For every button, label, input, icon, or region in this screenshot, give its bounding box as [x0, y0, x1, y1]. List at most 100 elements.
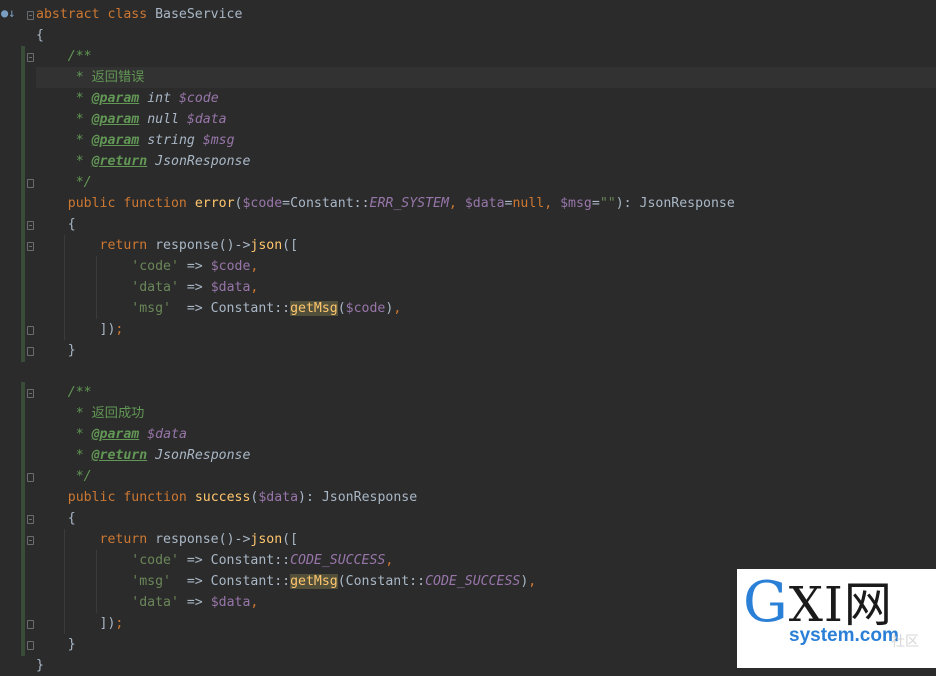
- code-token: =>: [178, 259, 211, 274]
- code-token: 'msg': [131, 301, 171, 316]
- code-line[interactable]: {: [36, 214, 936, 235]
- watermark-domain: system.com: [789, 625, 899, 646]
- code-token: success: [194, 490, 251, 505]
- code-token: ,: [448, 196, 465, 211]
- code-line[interactable]: 'code' => Constant::CODE_SUCCESS,: [36, 550, 936, 571]
- code-token: CODE_SUCCESS: [425, 574, 521, 589]
- code-line[interactable]: */: [36, 172, 936, 193]
- indent-guide: [64, 613, 65, 634]
- code-token: (: [337, 301, 346, 316]
- code-line[interactable]: 'data' => $data,: [36, 277, 936, 298]
- fold-toggle[interactable]: [27, 326, 34, 335]
- code-token: 返回成功: [91, 406, 145, 421]
- code-token: $data: [210, 280, 251, 295]
- fold-toggle[interactable]: [27, 620, 34, 629]
- code-token: @param: [91, 91, 140, 106]
- code-token: error: [194, 196, 235, 211]
- code-token: return: [99, 238, 156, 253]
- code-line[interactable]: * @param $data: [36, 424, 936, 445]
- fold-toggle[interactable]: [27, 179, 34, 188]
- fold-toggle[interactable]: [27, 389, 34, 398]
- code-line[interactable]: return response()->json([: [36, 529, 936, 550]
- code-token: ,: [393, 301, 402, 316]
- fold-toggle[interactable]: [27, 53, 34, 62]
- code-line[interactable]: * @return JsonResponse: [36, 151, 936, 172]
- indent-guide: [64, 550, 65, 571]
- code-token: JsonResponse: [155, 154, 251, 169]
- code-line[interactable]: [36, 361, 936, 382]
- code-line[interactable]: * @param null $data: [36, 109, 936, 130]
- code-line[interactable]: /**: [36, 46, 936, 67]
- code-line[interactable]: /**: [36, 382, 936, 403]
- code-token: *: [75, 112, 92, 127]
- code-token: public function: [67, 196, 195, 211]
- code-token: $msg: [560, 196, 592, 211]
- fold-toggle[interactable]: [27, 347, 34, 356]
- code-token: json: [250, 532, 283, 547]
- code-line[interactable]: {: [36, 508, 936, 529]
- code-line[interactable]: 'code' => $code,: [36, 256, 936, 277]
- code-token: getMsg: [290, 301, 338, 316]
- code-line[interactable]: abstract class BaseService: [36, 4, 936, 25]
- code-line[interactable]: * @return JsonResponse: [36, 445, 936, 466]
- code-token: 'data': [131, 280, 179, 295]
- indent-guide: [64, 571, 65, 592]
- code-line[interactable]: 'msg' => Constant::getMsg($code),: [36, 298, 936, 319]
- code-token: => Constant::: [170, 301, 291, 316]
- code-token: ([: [282, 532, 299, 547]
- code-token: $code: [178, 91, 219, 106]
- code-line[interactable]: public function error($code=Constant::ER…: [36, 193, 936, 214]
- code-token: $data: [258, 490, 299, 505]
- code-line[interactable]: public function success($data): JsonResp…: [36, 487, 936, 508]
- code-token: ,: [250, 280, 259, 295]
- code-line[interactable]: ]);: [36, 319, 936, 340]
- code-token: ;: [115, 616, 124, 631]
- fold-toggle[interactable]: [27, 536, 34, 545]
- fold-toggle[interactable]: [27, 515, 34, 524]
- code-token: }: [36, 637, 76, 652]
- code-token: =: [591, 196, 600, 211]
- code-line[interactable]: }: [36, 340, 936, 361]
- code-line[interactable]: * @param string $msg: [36, 130, 936, 151]
- code-token: => Constant::: [170, 574, 291, 589]
- code-line[interactable]: * @param int $code: [36, 88, 936, 109]
- indent-guide: [64, 235, 65, 256]
- fold-toggle[interactable]: [27, 473, 34, 482]
- code-token: *: [75, 406, 92, 421]
- code-line[interactable]: return response()->json([: [36, 235, 936, 256]
- code-line[interactable]: {: [36, 25, 936, 46]
- code-token: =>: [178, 595, 211, 610]
- site-watermark: GXI网 system.com 社区: [737, 569, 936, 668]
- code-line[interactable]: */: [36, 466, 936, 487]
- fold-toggle[interactable]: [27, 242, 34, 251]
- fold-toggle[interactable]: [27, 11, 34, 20]
- code-token: ;: [115, 322, 124, 337]
- code-token: $code: [345, 301, 386, 316]
- code-token: $data: [147, 427, 187, 442]
- code-token: 'code': [131, 259, 179, 274]
- code-token: ,: [250, 259, 259, 274]
- vcs-change-marker: [21, 46, 25, 362]
- code-line[interactable]: * 返回成功: [36, 403, 936, 424]
- code-line[interactable]: * 返回错误: [36, 67, 936, 88]
- fold-toggle[interactable]: [27, 641, 34, 650]
- indent-guide: [64, 319, 65, 340]
- implementation-icon[interactable]: ●↓: [1, 6, 15, 20]
- code-token: ,: [385, 553, 394, 568]
- code-token: null,: [512, 196, 561, 211]
- fold-toggle[interactable]: [27, 221, 34, 230]
- code-token: $data: [464, 196, 505, 211]
- code-token: *: [75, 154, 92, 169]
- indent-guide: [64, 256, 65, 277]
- code-token: $msg: [202, 133, 235, 148]
